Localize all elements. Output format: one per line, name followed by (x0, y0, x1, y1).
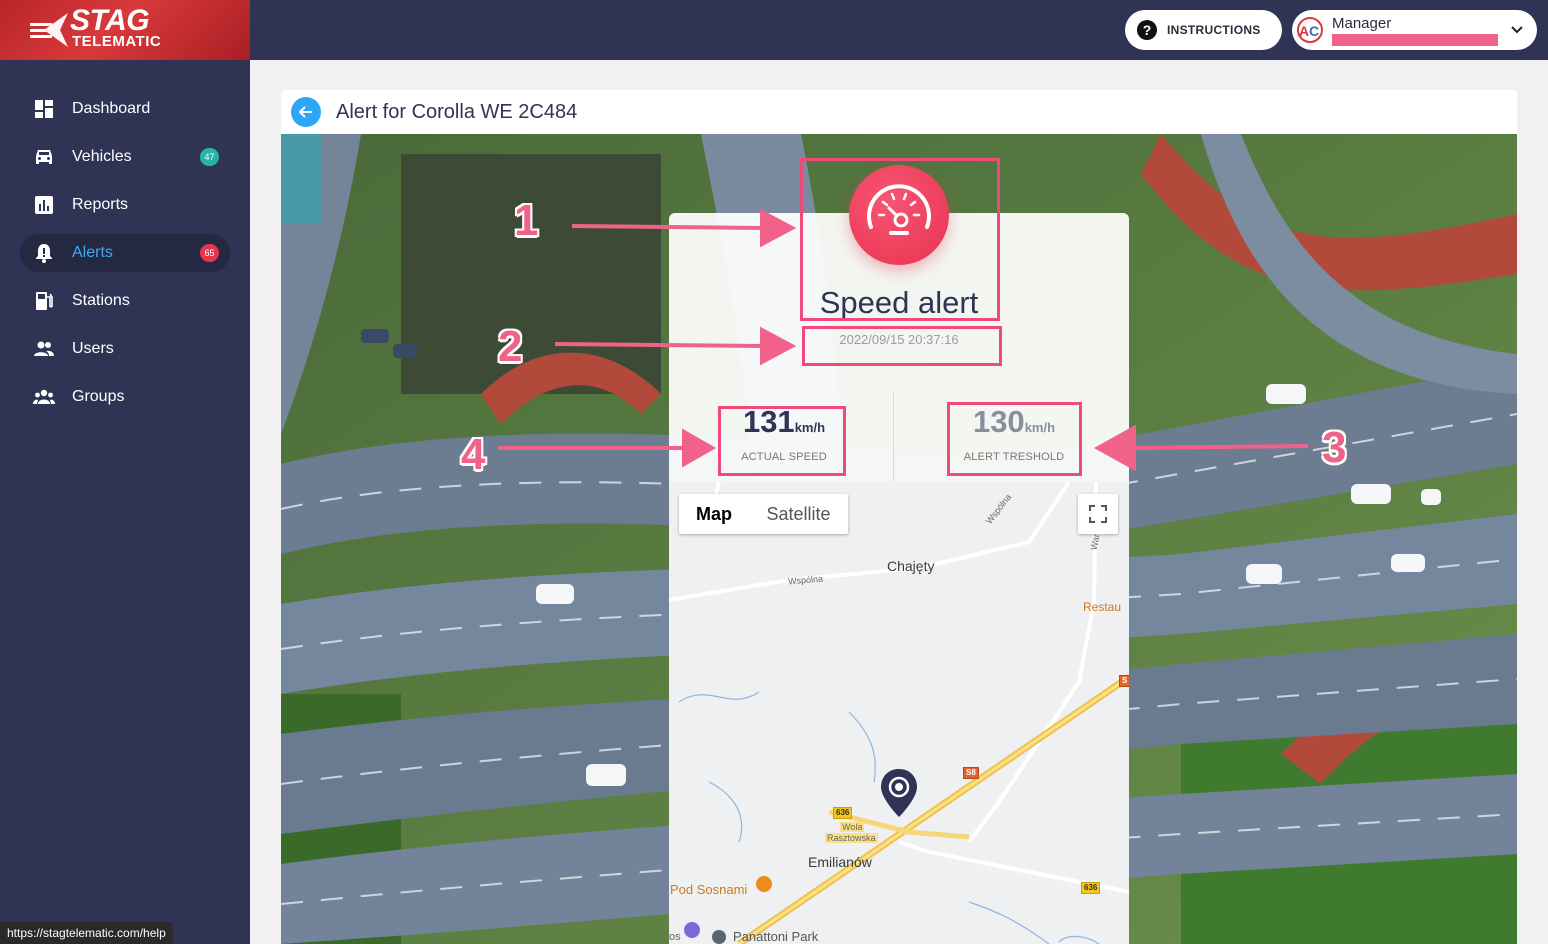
map-place-pod-sosnami: Pod Sosnami (670, 882, 748, 897)
svg-text:A: A (1299, 23, 1309, 39)
threshold-value: 130 (972, 404, 1025, 439)
sidebar-item-dashboard[interactable]: Dashboard (20, 90, 230, 128)
logo-chevron-icon (30, 13, 68, 47)
alert-type-title: Speed alert (819, 285, 979, 320)
logo-text-stag: STAG (70, 4, 150, 37)
user-name: Manager (1332, 15, 1392, 32)
map-place-restaurant: Restau (1083, 600, 1122, 614)
sidebar-item-label: Users (72, 340, 114, 357)
sidebar-item-stations[interactable]: Stations (20, 282, 230, 320)
annotation-number-2: 2 (498, 322, 523, 371)
alert-threshold-metric: 130km/h ALERT TRESHOLD (899, 405, 1129, 464)
sidebar-item-label: Groups (72, 388, 125, 405)
dashboard-icon (35, 100, 53, 118)
annotation-number-4: 4 (461, 430, 486, 479)
sidebar-item-vehicles[interactable]: Vehicles 47 (20, 138, 230, 176)
map-type-toggle[interactable]: Map Satellite (679, 494, 848, 534)
fullscreen-icon (1089, 505, 1107, 523)
speedometer-icon (849, 165, 949, 265)
map-roads (669, 482, 1129, 944)
threshold-label: ALERT TRESHOLD (963, 451, 1065, 463)
actual-speed-unit: km/h (794, 420, 826, 435)
instructions-button[interactable]: ? INSTRUCTIONS (1125, 10, 1282, 50)
sidebar-item-alerts[interactable]: Alerts 65 (20, 234, 230, 272)
sidebar-item-label: Stations (72, 292, 130, 309)
map-street-wola: Wola (840, 822, 865, 832)
stag-telematic-logo[interactable]: STAG TELEMATIC (0, 0, 250, 60)
svg-text:C: C (1309, 23, 1319, 39)
sidebar-item-label: Dashboard (72, 100, 151, 117)
sidebar-item-users[interactable]: Users (20, 330, 230, 368)
actual-speed-value: 131 (742, 404, 795, 439)
map-view-button[interactable]: Map (679, 494, 749, 534)
question-icon: ? (1137, 20, 1157, 40)
actual-speed-value-row: 131km/h (669, 405, 899, 445)
satellite-view-button[interactable]: Satellite (749, 494, 848, 534)
metric-divider (893, 392, 894, 482)
car-icon (36, 150, 52, 164)
annotation-number-3: 3 (1322, 423, 1347, 472)
fuel-station-icon (36, 292, 53, 310)
sidebar-item-label: Alerts (72, 244, 113, 261)
road-shield-636-east: 636 (1081, 882, 1101, 894)
actual-speed-metric: 131km/h ACTUAL SPEED (669, 405, 899, 464)
redacted-email (1332, 34, 1498, 46)
page-title: Alert for Corolla WE 2C484 (336, 101, 578, 123)
map-street-rasztowska: Rasztowska (825, 833, 878, 843)
users-icon (34, 341, 54, 356)
bell-icon (36, 244, 52, 263)
sidebar-item-reports[interactable]: Reports (20, 186, 230, 224)
fullscreen-button[interactable] (1078, 494, 1118, 534)
report-icon (35, 196, 53, 214)
page-header: Alert for Corolla WE 2C484 (281, 90, 1517, 134)
map-label-os: os (669, 931, 681, 943)
alerts-count-badge: 65 (200, 244, 219, 262)
sidebar: Dashboard Vehicles 47 Reports Alerts 65 (0, 60, 250, 944)
annotation-number-1: 1 (514, 196, 539, 245)
logo-text-telematic: TELEMATIC (72, 33, 162, 50)
map-place-chajety: Chajęty (887, 558, 935, 574)
map-place-emilianow: Emilianów (808, 854, 872, 870)
back-button[interactable] (291, 97, 321, 127)
location-pin-icon[interactable] (879, 767, 919, 819)
road-shield-s: S (1119, 675, 1129, 687)
actual-speed-label: ACTUAL SPEED (741, 451, 827, 463)
user-menu[interactable]: A C Manager (1292, 10, 1537, 50)
groups-icon (33, 389, 55, 404)
road-shield-636: 636 (833, 807, 853, 819)
threshold-value-row: 130km/h (899, 405, 1129, 445)
avatar: A C (1297, 17, 1323, 43)
alert-timestamp: 2022/09/15 20:37:16 (839, 332, 959, 347)
status-bar-url: https://stagtelematic.com/help (0, 922, 173, 944)
sidebar-item-label: Reports (72, 196, 129, 213)
sidebar-item-groups[interactable]: Groups (20, 378, 230, 416)
arrow-left-icon (298, 106, 312, 118)
chevron-down-icon[interactable] (1508, 20, 1526, 38)
alert-location-map[interactable]: Map Satellite Chajęty Emilianów Pod Sosn… (669, 482, 1129, 944)
threshold-unit: km/h (1024, 420, 1056, 435)
top-bar: STAG TELEMATIC ? INSTRUCTIONS A C Manage… (0, 0, 1548, 60)
road-shield-s8: S8 (963, 767, 979, 779)
sidebar-item-label: Vehicles (72, 148, 132, 165)
instructions-label: INSTRUCTIONS (1167, 23, 1261, 37)
map-place-panattoni: Panattoni Park (733, 929, 819, 944)
vehicles-count-badge: 47 (200, 148, 219, 166)
